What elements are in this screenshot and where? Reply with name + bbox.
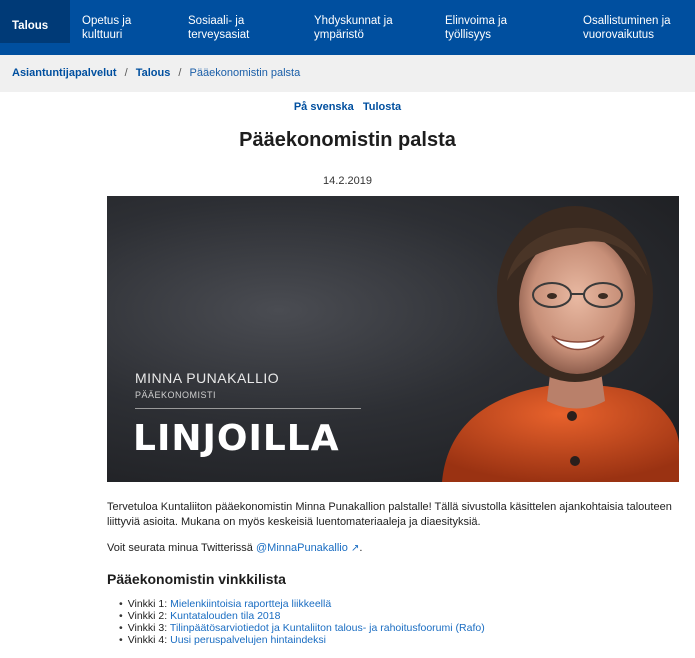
tip-item: Vinkki 1: Mielenkiintoisia raportteja li… <box>119 598 485 610</box>
breadcrumb-separator: / <box>124 67 128 79</box>
tab-talous[interactable]: Talous <box>0 0 70 43</box>
print-link[interactable]: Tulosta <box>363 101 401 113</box>
language-links: På svenska Tulosta <box>0 101 695 113</box>
breadcrumb-section-link[interactable]: Talous <box>136 67 171 79</box>
tip-label: Vinkki 4: <box>127 634 171 646</box>
breadcrumb-separator: / <box>178 67 182 79</box>
hero-headline: LINJOILLA <box>133 418 340 459</box>
tab-opetus-ja-kulttuuri[interactable]: Opetus ja kulttuuri <box>70 6 176 55</box>
tab-elinvoima-ja-tyollisyys[interactable]: Elinvoima ja työllisyys <box>433 6 573 55</box>
breadcrumb-root-link[interactable]: Asiantuntijapalvelut <box>12 67 117 79</box>
hero-role: PÄÄEKONOMISTI <box>135 390 217 400</box>
tip-label: Vinkki 3: <box>127 622 170 634</box>
tip-item: Vinkki 4: Uusi peruspalvelujen hintainde… <box>119 634 485 646</box>
tip-label: Vinkki 2: <box>127 610 171 622</box>
top-navigation: Talous Opetus ja kulttuuri Sosiaali- ja … <box>0 0 695 55</box>
tab-sosiaali-ja-terveysasiat[interactable]: Sosiaali- ja terveysasiat <box>176 6 302 55</box>
breadcrumb: Asiantuntijapalvelut / Talous / Pääekono… <box>0 55 695 92</box>
tip-link[interactable]: Uusi peruspalvelujen hintaindeksi <box>170 634 326 646</box>
tip-item: Vinkki 2: Kuntatalouden tila 2018 <box>119 610 485 622</box>
tab-yhdyskunnat-ja-ymparisto[interactable]: Yhdyskunnat ja ympäristö <box>302 6 433 55</box>
tab-osallistuminen-ja-vuorovaikutus[interactable]: Osallistuminen ja vuorovaikutus <box>573 6 695 55</box>
twitter-suffix: . <box>359 542 363 554</box>
tip-item: Vinkki 3: Tilinpäätösarviotiedot ja Kunt… <box>119 622 485 634</box>
tip-label: Vinkki 1: <box>127 598 171 610</box>
hero-divider <box>135 408 361 409</box>
tip-link[interactable]: Mielenkiintoisia raportteja liikkeellä <box>170 598 331 610</box>
intro-paragraph: Tervetuloa Kuntaliiton pääekonomistin Mi… <box>107 501 672 528</box>
page-title: Pääekonomistin palsta <box>239 129 456 151</box>
twitter-link[interactable]: @MinnaPunakallio <box>256 542 348 554</box>
tips-heading: Pääekonomistin vinkkilista <box>107 571 286 587</box>
hero-banner-image: MINNA PUNAKALLIO PÄÄEKONOMISTI LINJOILLA <box>107 196 679 482</box>
twitter-text: Voit seurata minua Twitterissä <box>107 542 256 554</box>
twitter-paragraph: Voit seurata minua Twitterissä @MinnaPun… <box>107 542 362 554</box>
breadcrumb-current: Pääekonomistin palsta <box>189 67 301 79</box>
hero-name: MINNA PUNAKALLIO <box>135 370 280 386</box>
publish-date: 14.2.2019 <box>323 175 372 187</box>
tips-list: Vinkki 1: Mielenkiintoisia raportteja li… <box>119 598 485 646</box>
swedish-link[interactable]: På svenska <box>294 101 354 113</box>
tip-link[interactable]: Kuntatalouden tila 2018 <box>170 610 280 622</box>
tip-link[interactable]: Tilinpäätösarviotiedot ja Kuntaliiton ta… <box>170 622 485 634</box>
